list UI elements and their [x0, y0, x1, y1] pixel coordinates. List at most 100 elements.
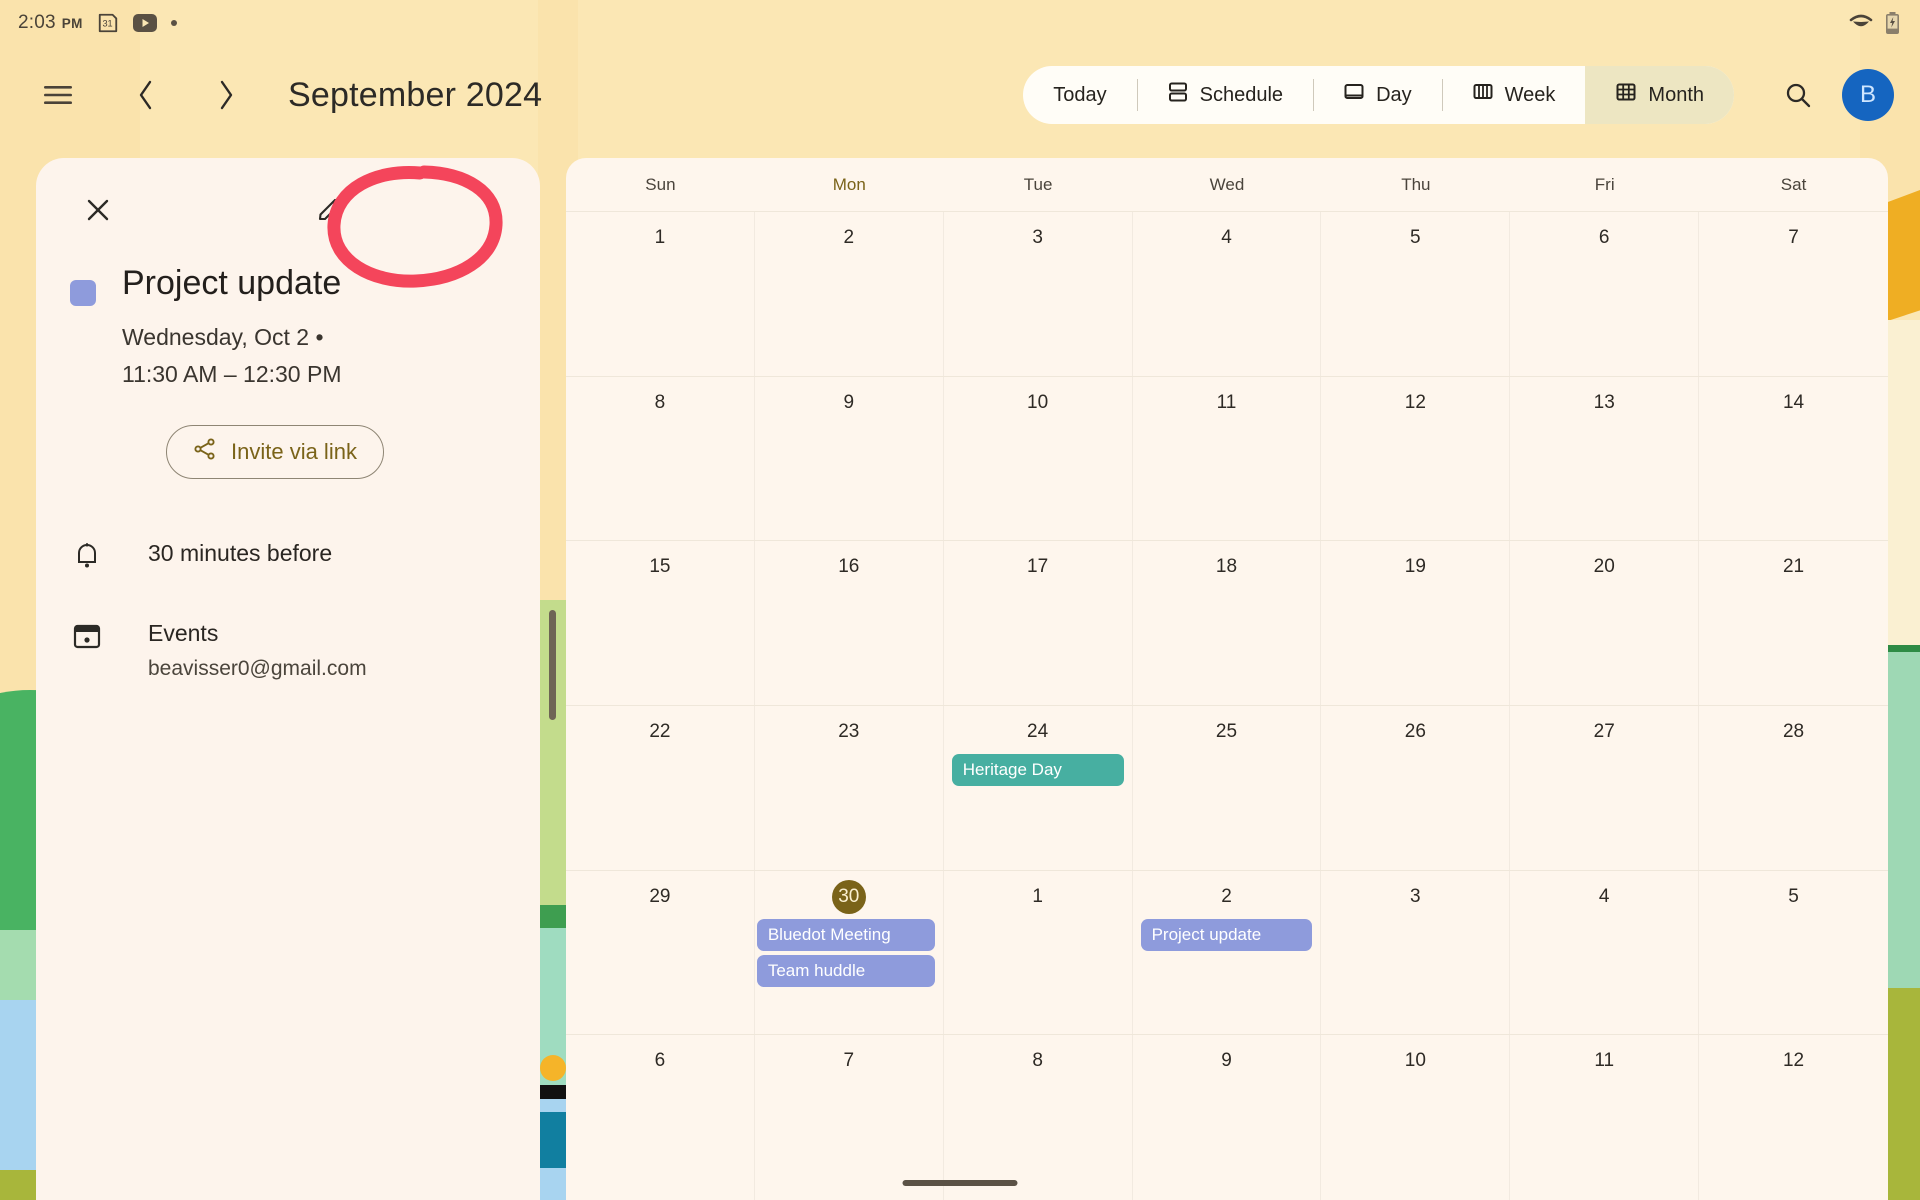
calendar-day-cell[interactable]: 18	[1133, 541, 1322, 705]
avatar[interactable]: B	[1842, 69, 1894, 121]
day-number: 20	[1593, 556, 1615, 578]
calendar-day-cell[interactable]: 14	[1699, 377, 1888, 541]
calendar-day-cell[interactable]: 11	[1133, 376, 1322, 541]
calendar-day-cell[interactable]: 25	[1133, 706, 1322, 870]
view-switcher: Today Schedule Day Week Month	[1023, 66, 1734, 124]
day-number: 11	[1594, 1050, 1615, 1072]
pencil-edit-icon[interactable]	[302, 182, 358, 238]
tab-day-label: Day	[1376, 83, 1412, 106]
calendar-day-cell[interactable]: 13	[1510, 376, 1700, 541]
calendar-day-cell[interactable]: 27	[1510, 706, 1700, 870]
calendar-day-cell[interactable]: 20	[1510, 541, 1700, 705]
calendar-day-cell[interactable]: 3	[1321, 870, 1511, 1035]
hamburger-menu-icon[interactable]	[30, 67, 86, 123]
today-button[interactable]: Today	[1023, 66, 1136, 124]
avatar-initial: B	[1859, 81, 1876, 108]
calendar-day-cell[interactable]: 16	[755, 541, 944, 705]
calendar-day-cell[interactable]: 2 Project update	[1133, 870, 1322, 1035]
day-number: 27	[1593, 721, 1615, 742]
calendar-day-cell[interactable]: 26	[1321, 706, 1511, 870]
calendar-day-cell[interactable]: 9	[1133, 1035, 1322, 1200]
day-number: 29	[649, 885, 671, 907]
calendar-day-cell[interactable]: 8	[944, 1035, 1133, 1200]
calendar-event-chip[interactable]: Project update	[1140, 918, 1313, 951]
calendar-icon	[70, 621, 104, 651]
day-of-week-mon: Mon	[832, 174, 866, 194]
day-number: 2	[843, 227, 855, 248]
calendar-day-cell[interactable]: 19	[1321, 541, 1511, 705]
day-number: 11	[1216, 391, 1237, 413]
calendar-day-cell[interactable]: 6	[566, 1035, 755, 1200]
calendar-day-cell[interactable]: 4	[1510, 870, 1700, 1035]
event-detail-header	[36, 184, 540, 236]
day-view-icon	[1343, 81, 1365, 109]
day-number: 2	[1221, 885, 1232, 907]
today-button-label: Today	[1053, 83, 1107, 106]
day-number: 8	[1032, 1050, 1043, 1072]
calendar-day-cell[interactable]: 12	[1321, 376, 1511, 541]
day-number: 10	[1404, 1050, 1426, 1072]
calendar-day-cell[interactable]: 1	[566, 212, 755, 376]
calendar-week-row: 15 16 17 18 19 20 21	[566, 541, 1888, 706]
app-bar-right: Today Schedule Day Week Month B	[1023, 66, 1920, 124]
day-number: 25	[1215, 721, 1238, 742]
tab-month[interactable]: Month	[1585, 66, 1734, 124]
calendar-day-cell[interactable]: 7	[1699, 212, 1888, 376]
calendar-day-cell[interactable]: 15	[566, 541, 755, 705]
calendar-day-cell[interactable]: 5	[1321, 212, 1511, 376]
calendar-weeks: 1 2 3 4 5 6 7 8 9 10 11 12 13 14 15 16 17 18 19 20 21 22 23 24 H…	[566, 212, 1888, 1200]
calendar-source-row[interactable]: Events beavisser0@gmail.com	[36, 617, 540, 680]
calendar-day-cell[interactable]: 2	[755, 212, 944, 376]
close-icon[interactable]	[70, 182, 126, 238]
day-number: 14	[1782, 391, 1805, 413]
wifi-icon	[1849, 14, 1873, 32]
calendar-day-cell[interactable]: 3	[944, 212, 1133, 376]
calendar-day-cell[interactable]: 10	[1321, 1035, 1511, 1200]
status-bar-right	[1849, 12, 1920, 34]
tab-schedule[interactable]: Schedule	[1136, 66, 1313, 124]
day-number: 19	[1404, 556, 1426, 578]
calendar-day-cell[interactable]: 10	[944, 376, 1133, 541]
app-bar-left: September 2024	[0, 67, 542, 123]
calendar-day-cell[interactable]: 24 Heritage Day	[944, 706, 1133, 870]
vertical-scrollbar-handle[interactable]	[549, 610, 556, 720]
chevron-right-icon[interactable]	[198, 67, 254, 123]
calendar-day-cell[interactable]: 11	[1510, 1035, 1700, 1200]
day-events: Heritage Day	[944, 754, 1132, 786]
calendar-day-cell[interactable]: 23	[755, 706, 944, 870]
calendar-day-cell[interactable]: 4	[1133, 212, 1322, 376]
calendar-day-cell[interactable]: 5	[1699, 871, 1888, 1035]
reminder-row[interactable]: 30 minutes before	[36, 537, 540, 571]
invite-via-link-button[interactable]: Invite via link	[166, 425, 384, 480]
calendar-day-cell[interactable]: 21	[1699, 541, 1888, 705]
svg-text:31: 31	[102, 19, 112, 29]
calendar-event-chip[interactable]: Team huddle	[756, 954, 935, 987]
calendar-day-cell[interactable]: 12	[1699, 1035, 1888, 1200]
search-icon[interactable]	[1770, 67, 1826, 123]
chevron-left-icon[interactable]	[118, 67, 174, 123]
calendar-day-cell[interactable]: 29	[566, 870, 755, 1035]
calendar-day-cell[interactable]: 6	[1510, 212, 1700, 376]
calendar-event-chip[interactable]: Heritage Day	[951, 754, 1124, 786]
day-of-week-thu: Thu	[1401, 174, 1431, 194]
battery-charging-icon	[1885, 12, 1900, 34]
calendar-name: Events	[148, 620, 219, 647]
calendar-day-cell[interactable]: 22	[566, 706, 755, 870]
calendar-day-cell[interactable]: 8	[566, 376, 755, 541]
day-number: 18	[1215, 556, 1238, 578]
calendar-event-chip[interactable]: Bluedot Meeting	[756, 918, 935, 951]
calendar-day-cell[interactable]: 28	[1699, 706, 1888, 870]
status-bar: 2:03 PM 31	[0, 0, 1920, 46]
calendar-day-cell[interactable]: 7	[755, 1035, 944, 1200]
calendar-day-cell[interactable]: 30 Bluedot Meeting Team huddle	[755, 870, 944, 1035]
calendar-week-row: 1 2 3 4 5 6 7	[566, 212, 1888, 377]
calendar-day-cell[interactable]: 9	[755, 376, 944, 541]
day-number: 4	[1221, 227, 1232, 248]
tab-week[interactable]: Week	[1441, 66, 1586, 124]
tab-day[interactable]: Day	[1313, 66, 1442, 124]
calendar-day-cell[interactable]: 1	[944, 870, 1133, 1035]
home-indicator[interactable]	[902, 1180, 1018, 1186]
day-number: 3	[1032, 227, 1043, 248]
day-number: 12	[1782, 1050, 1805, 1072]
calendar-day-cell[interactable]: 17	[944, 541, 1133, 705]
